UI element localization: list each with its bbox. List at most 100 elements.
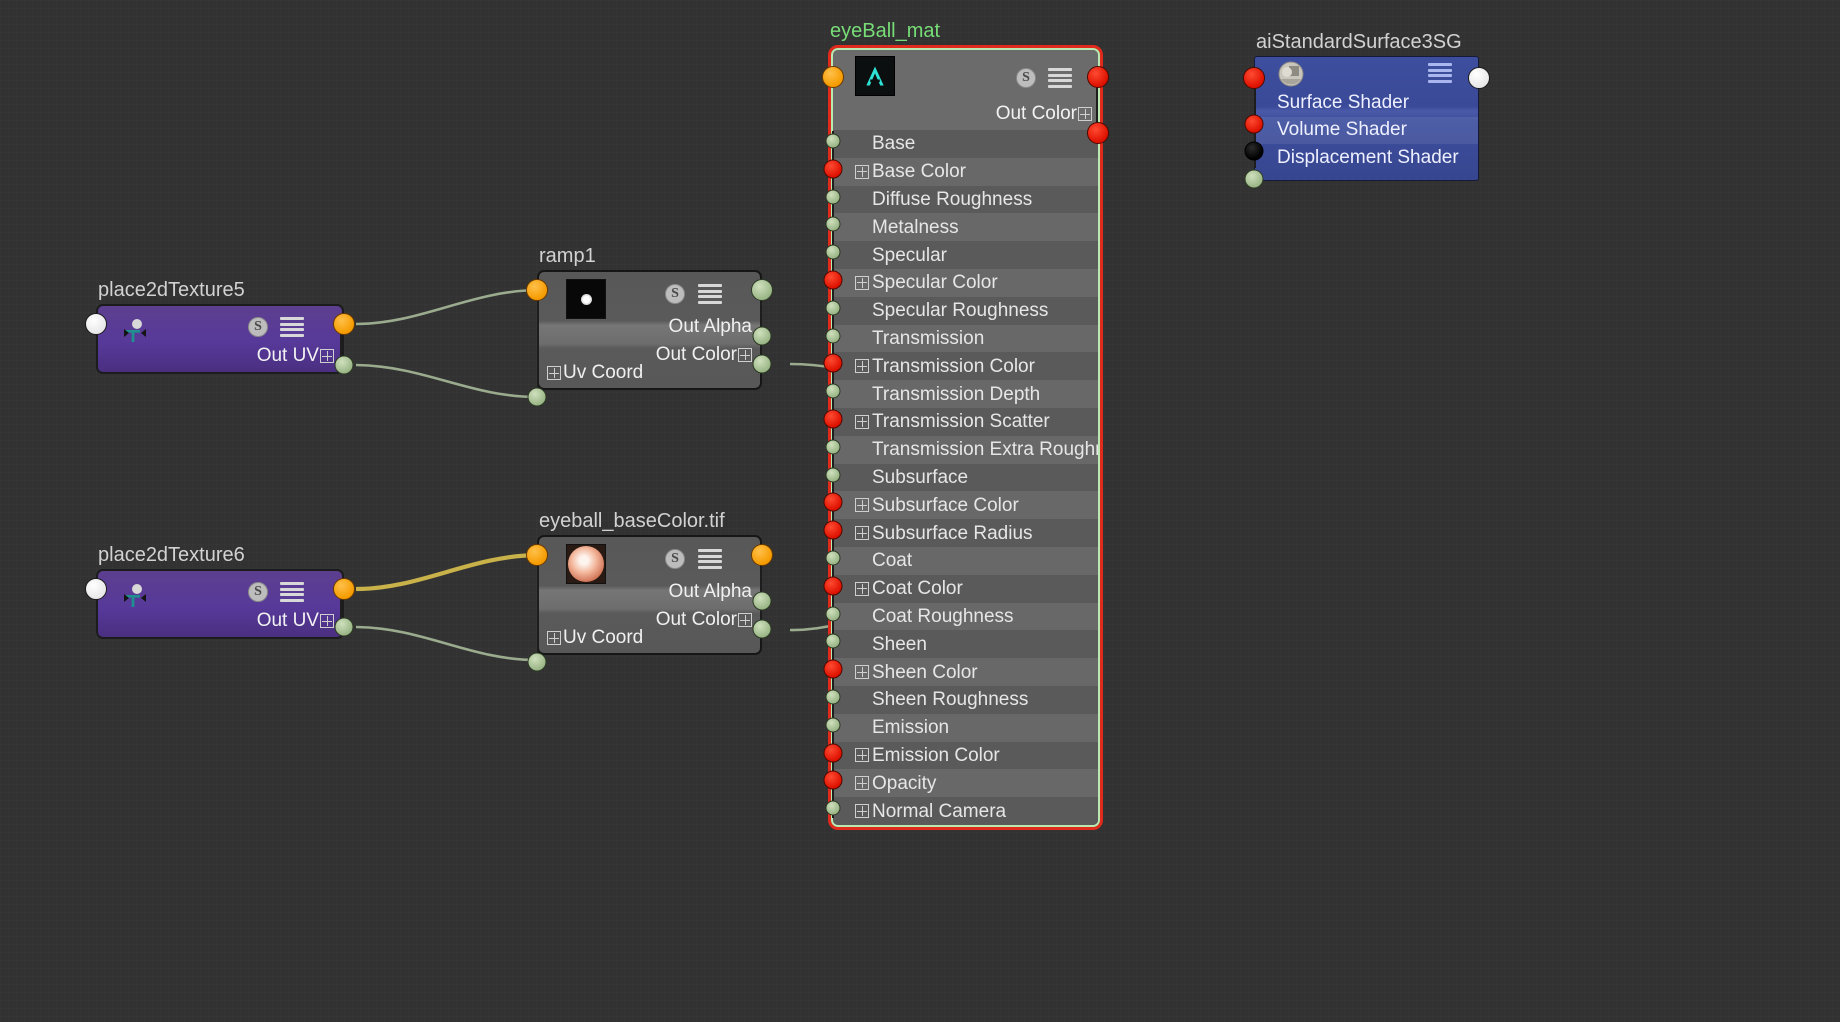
expand-plus-icon[interactable] [738, 613, 752, 627]
attribute-row[interactable]: Coat [833, 546, 1098, 575]
port-output-top-right[interactable] [751, 544, 773, 566]
attribute-row[interactable]: Base Color [833, 157, 1098, 186]
expand-plus-icon[interactable] [855, 581, 869, 596]
port-input-top-left[interactable] [526, 544, 548, 566]
port-transmission-color[interactable] [823, 353, 843, 373]
port-base[interactable] [825, 133, 841, 149]
port-surface-shader[interactable] [1244, 114, 1264, 134]
port-opacity[interactable] [823, 770, 843, 790]
port-coat-roughness[interactable] [825, 606, 841, 621]
port-output-top-right[interactable] [333, 578, 355, 600]
node-body-ramp1[interactable]: S Out Alpha Out Color Uv Coord [537, 270, 762, 390]
port-emission-color[interactable] [823, 743, 843, 762]
attribute-row[interactable]: Metalness [833, 213, 1098, 242]
expand-plus-icon[interactable] [855, 526, 869, 541]
expand-plus-icon[interactable] [855, 498, 869, 513]
port-specular-roughness[interactable] [825, 300, 841, 316]
port-transmission[interactable] [825, 328, 841, 343]
attribute-row[interactable]: Opacity [833, 769, 1098, 798]
attribute-row[interactable]: Emission [833, 713, 1098, 742]
node-editor-canvas[interactable]: place2dTexture5 S Out UV place2dTexture6… [0, 0, 1840, 1022]
port-specular-color[interactable] [823, 270, 843, 290]
hamburger-icon[interactable] [698, 549, 722, 569]
port-output-top-right[interactable] [1468, 67, 1490, 89]
port-coat[interactable] [825, 550, 841, 566]
attribute-row[interactable]: Specular Roughness [833, 296, 1098, 325]
node-body-eyeball-mat[interactable]: S Out Color Base Base Color Diffuse Roughn… [831, 48, 1100, 827]
s-badge-icon[interactable]: S [665, 549, 685, 569]
hamburger-icon[interactable] [280, 317, 304, 337]
expand-plus-icon[interactable] [855, 359, 869, 374]
s-badge-icon[interactable]: S [248, 582, 268, 602]
s-badge-icon[interactable]: S [1016, 68, 1036, 88]
port-volume-shader[interactable] [1244, 141, 1264, 161]
node-eyeball-mat[interactable]: eyeBall_mat S Out Color Base Base Color … [822, 20, 1109, 830]
node-place2dtexture5[interactable]: place2dTexture5 S Out UV [85, 279, 355, 375]
s-badge-icon[interactable]: S [248, 317, 268, 337]
attribute-row[interactable]: Transmission Extra Roughness [833, 435, 1098, 464]
port-output-top-right[interactable] [751, 279, 773, 301]
port-output-top-right[interactable] [1087, 66, 1109, 88]
port-specular[interactable] [825, 244, 841, 260]
attribute-row[interactable]: Sheen Color [833, 658, 1098, 686]
expand-plus-icon[interactable] [855, 748, 869, 763]
attribute-row[interactable]: Sheen Roughness [833, 685, 1098, 714]
port-metalness[interactable] [825, 216, 841, 232]
port-out-color[interactable] [752, 354, 772, 374]
expand-plus-icon[interactable] [320, 349, 334, 363]
port-sheen-color[interactable] [823, 659, 843, 679]
port-out-uv[interactable] [334, 355, 354, 375]
node-aistandardsurface3sg[interactable]: aiStandardSurface3SG Surface Shader Volum… [1243, 31, 1490, 189]
sg-attribute-row[interactable]: Volume Shader [1255, 116, 1478, 144]
node-ramp1[interactable]: ramp1 S Out Alpha Out Color Uv Coord [526, 245, 773, 407]
attribute-row[interactable]: Transmission Depth [833, 380, 1098, 408]
port-sheen[interactable] [825, 633, 841, 649]
expand-plus-icon[interactable] [855, 665, 869, 680]
attribute-row[interactable]: Transmission Color [833, 352, 1098, 381]
hamburger-icon[interactable] [1048, 68, 1072, 88]
port-emission[interactable] [825, 717, 841, 733]
port-input-top-left[interactable] [1243, 67, 1265, 89]
expand-plus-icon[interactable] [855, 275, 869, 290]
attribute-row[interactable]: Diffuse Roughness [833, 185, 1098, 214]
sg-attribute-row[interactable]: Surface Shader [1255, 89, 1478, 117]
attribute-row[interactable]: Subsurface Color [833, 491, 1098, 520]
port-coat-color[interactable] [823, 576, 843, 596]
attribute-row[interactable]: Emission Color [833, 741, 1098, 770]
port-out-alpha[interactable] [752, 326, 772, 346]
port-sheen-roughness[interactable] [825, 689, 841, 705]
port-output-top-right[interactable] [333, 313, 355, 335]
node-body-eyeball-basecolor[interactable]: S Out Alpha Out Color Uv Coord [537, 535, 762, 655]
expand-plus-icon[interactable] [855, 414, 869, 429]
attribute-row[interactable]: Coat Roughness [833, 602, 1098, 631]
port-out-color[interactable] [1087, 122, 1109, 144]
node-body-place2dtexture5[interactable]: S Out UV [96, 304, 344, 374]
port-out-alpha[interactable] [752, 591, 772, 611]
expand-plus-icon[interactable] [547, 631, 561, 645]
hamburger-icon[interactable] [1428, 63, 1452, 83]
port-transmission-extra-roughness[interactable] [825, 439, 841, 455]
expand-plus-icon[interactable] [547, 366, 561, 380]
port-subsurface-color[interactable] [823, 492, 843, 512]
attribute-row[interactable]: Specular [833, 241, 1098, 269]
attribute-row[interactable]: Subsurface [833, 463, 1098, 492]
port-out-uv[interactable] [334, 617, 354, 637]
s-badge-icon[interactable]: S [665, 284, 685, 304]
port-input-top-left[interactable] [526, 279, 548, 301]
node-body-aistandardsurface3sg[interactable]: Surface Shader Volume Shader Displacement … [1254, 56, 1479, 181]
expand-plus-icon[interactable] [1078, 107, 1092, 121]
expand-plus-icon[interactable] [320, 614, 334, 628]
port-uv-coord[interactable] [527, 652, 547, 672]
port-transmission-depth[interactable] [825, 383, 841, 399]
expand-plus-icon[interactable] [855, 776, 869, 791]
attribute-row[interactable]: Normal Camera [833, 797, 1098, 825]
port-subsurface[interactable] [825, 467, 841, 482]
port-diffuse-roughness[interactable] [825, 189, 841, 204]
expand-plus-icon[interactable] [855, 804, 869, 819]
attribute-row[interactable]: Sheen [833, 630, 1098, 659]
attribute-row[interactable]: Specular Color [833, 268, 1098, 297]
port-normal-camera[interactable] [825, 800, 841, 816]
port-uv-coord[interactable] [527, 387, 547, 407]
port-base-color[interactable] [823, 159, 843, 179]
port-input-top-left[interactable] [822, 66, 844, 88]
